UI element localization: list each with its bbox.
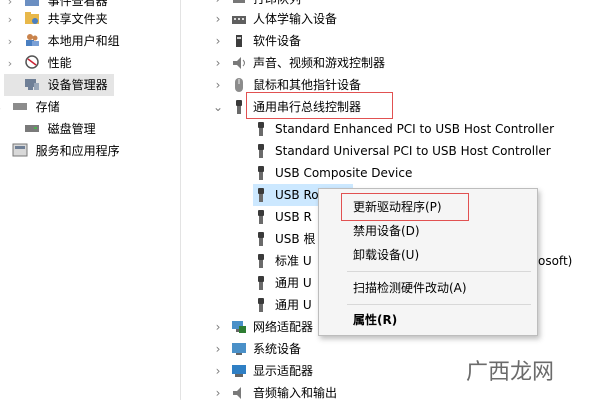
mouse-icon <box>235 78 243 92</box>
tree-item-label: 本地用户和组 <box>47 34 120 48</box>
menu-separator <box>347 271 531 272</box>
chevron-right-icon[interactable]: › <box>211 52 225 74</box>
annotation-highlight-usb-category <box>246 92 393 119</box>
chevron-right-icon[interactable]: › <box>211 74 225 96</box>
chevron-down-icon[interactable]: ⌄ <box>0 97 4 119</box>
device-category-label: 声音、视频和游戏控制器 <box>253 56 386 70</box>
system-icon <box>232 343 246 355</box>
menu-item-disable-device[interactable]: 禁用设备(D) <box>353 220 420 242</box>
device-category-network-adapters[interactable]: › 网络适配器 <box>211 316 331 338</box>
performance-icon <box>25 55 39 69</box>
tree-item-performance[interactable]: › 性能 <box>4 52 72 74</box>
printer-icon <box>233 0 245 3</box>
device-item-label: Standard Universal PCI to USB Host Contr… <box>275 144 551 158</box>
tree-item-label: 共享文件夹 <box>47 12 108 26</box>
tree-item-disk-management[interactable]: 磁盘管理 <box>4 118 96 140</box>
chevron-right-icon[interactable]: › <box>211 8 225 30</box>
console-tree-pane: › 事件查看器 › 共享文件夹 › 本地用户和组 › 性能 设备管理器 ⌄ 存储… <box>0 0 180 400</box>
device-category-label: 网络适配器 <box>253 320 314 334</box>
speaker-icon <box>233 57 245 69</box>
tree-item-local-users[interactable]: › 本地用户和组 <box>4 30 120 52</box>
users-icon <box>25 34 39 46</box>
device-category-label: 系统设备 <box>253 342 302 356</box>
network-icon <box>232 321 246 333</box>
usb-icon <box>257 122 265 136</box>
device-item-usb-root-cn[interactable]: USB 根 <box>255 228 325 250</box>
device-item-label: USB Composite Device <box>275 166 413 180</box>
menu-item-properties[interactable]: 属性(R) <box>353 309 397 331</box>
device-item-label: 标准 U <box>275 254 312 268</box>
menu-item-uninstall-device[interactable]: 卸载设备(U) <box>353 244 419 266</box>
shared-folder-icon <box>24 12 39 24</box>
usb-icon <box>257 232 265 246</box>
watermark-text: 广西龙网 <box>466 360 555 385</box>
device-category-sound-video[interactable]: › 声音、视频和游戏控制器 <box>211 52 591 74</box>
device-item-usb-composite[interactable]: USB Composite Device <box>255 162 595 184</box>
storage-icon <box>12 103 27 110</box>
audio-icon <box>233 387 241 399</box>
device-item-label: Standard Enhanced PCI to USB Host Contro… <box>275 122 555 136</box>
menu-item-scan-hardware[interactable]: 扫描检测硬件改动(A) <box>353 277 467 299</box>
keyboard-icon <box>232 16 246 24</box>
device-category-label: 软件设备 <box>253 34 302 48</box>
menu-separator <box>347 304 531 305</box>
annotation-highlight-update-driver <box>341 193 469 221</box>
chevron-right-icon[interactable]: › <box>0 141 4 163</box>
chevron-right-icon[interactable]: › <box>4 53 16 75</box>
usb-icon <box>257 276 265 290</box>
tree-item-label: 服务和应用程序 <box>35 144 120 158</box>
usb-icon <box>257 254 265 268</box>
tree-item-services-apps[interactable]: › 服务和应用程序 <box>0 140 120 162</box>
display-icon <box>232 365 246 377</box>
usb-icon <box>257 166 265 180</box>
chevron-right-icon[interactable]: › <box>211 30 225 52</box>
device-item-label-tail: osoft) <box>538 254 573 268</box>
device-item-generic-usb-2[interactable]: 通用 U <box>255 294 325 316</box>
device-item-label: 通用 U <box>275 298 312 312</box>
tree-item-label: 设备管理器 <box>47 78 108 92</box>
device-category-hid[interactable]: › 人体学输入设备 <box>211 8 591 30</box>
device-item-usb-universal-host[interactable]: Standard Universal PCI to USB Host Contr… <box>255 140 595 162</box>
device-item-label: USB R <box>275 210 312 224</box>
tree-item-label: 性能 <box>47 56 72 70</box>
tree-item-label: 事件查看器 <box>47 0 108 8</box>
chevron-right-icon[interactable]: › <box>211 338 225 360</box>
tree-item-label: 磁盘管理 <box>47 122 96 136</box>
usb-icon <box>257 144 265 158</box>
chevron-right-icon[interactable]: › <box>4 9 16 31</box>
usb-icon <box>257 210 265 224</box>
device-item-usb-enhanced-host[interactable]: Standard Enhanced PCI to USB Host Contro… <box>255 118 595 140</box>
device-category-label: 音频输入和输出 <box>253 386 338 400</box>
chevron-right-icon[interactable]: › <box>211 316 225 338</box>
chevron-right-icon[interactable]: › <box>211 360 225 382</box>
chevron-right-icon[interactable]: › <box>211 382 225 404</box>
tree-item-device-manager[interactable]: 设备管理器 <box>4 74 114 96</box>
tree-item-shared-folders[interactable]: › 共享文件夹 <box>4 8 108 30</box>
usb-icon <box>235 100 243 114</box>
chevron-down-icon[interactable]: ⌄ <box>211 96 225 118</box>
disk-icon <box>24 125 39 132</box>
device-category-label: 人体学输入设备 <box>253 12 338 26</box>
usb-icon <box>257 298 265 312</box>
device-item-label: USB 根 <box>275 232 316 246</box>
tree-item-storage[interactable]: ⌄ 存储 <box>0 96 60 118</box>
device-manager-icon <box>24 79 39 90</box>
tree-item-label: 存储 <box>35 100 60 114</box>
device-category-software-devices[interactable]: › 软件设备 <box>211 30 591 52</box>
device-item-label: 通用 U <box>275 276 312 290</box>
software-device-icon <box>236 35 242 47</box>
chevron-right-icon[interactable]: › <box>4 31 16 53</box>
context-menu: 更新驱动程序(P) 禁用设备(D) 卸载设备(U) 扫描检测硬件改动(A) 属性… <box>318 188 538 336</box>
device-category-label: 显示适配器 <box>253 364 314 378</box>
device-item-usb-root-2[interactable]: USB R <box>255 206 325 228</box>
event-viewer-icon <box>24 0 39 6</box>
usb-icon <box>257 188 265 202</box>
device-item-generic-usb-1[interactable]: 通用 U <box>255 272 325 294</box>
services-icon <box>12 143 28 157</box>
